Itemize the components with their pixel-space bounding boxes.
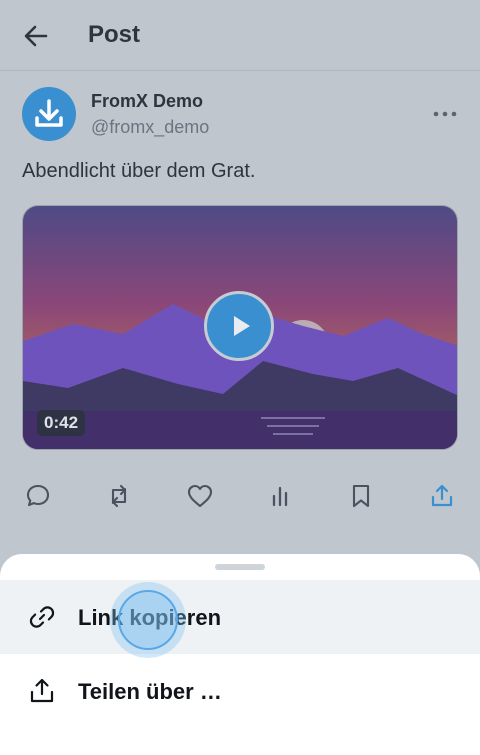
repost-icon bbox=[111, 484, 127, 508]
download-icon bbox=[35, 99, 63, 127]
bookmark-icon bbox=[352, 484, 370, 508]
comment-icon bbox=[26, 484, 50, 507]
repost-button[interactable] bbox=[101, 478, 137, 514]
touch-indicator-core bbox=[118, 590, 178, 650]
like-button[interactable] bbox=[182, 478, 218, 514]
share-icon bbox=[28, 677, 56, 705]
more-options-button[interactable] bbox=[428, 106, 462, 122]
sheet-grabber[interactable] bbox=[215, 564, 265, 570]
video-duration: 0:42 bbox=[37, 410, 86, 436]
bookmark-button[interactable] bbox=[343, 478, 379, 514]
back-button[interactable] bbox=[22, 22, 50, 50]
top-bar: Post bbox=[0, 0, 480, 71]
play-button[interactable] bbox=[204, 291, 274, 361]
copy-link-option[interactable]: Link kopieren bbox=[0, 580, 480, 654]
reply-button[interactable] bbox=[20, 478, 56, 514]
share-button[interactable] bbox=[424, 478, 460, 514]
touch-indicator bbox=[110, 582, 186, 658]
share-via-option[interactable]: Teilen über … bbox=[0, 654, 480, 728]
heart-icon bbox=[187, 484, 213, 508]
more-horizontal-icon bbox=[433, 111, 457, 117]
views-button[interactable] bbox=[262, 478, 298, 514]
author-name[interactable]: FromX Demo bbox=[91, 91, 203, 112]
share-via-label: Teilen über … bbox=[78, 679, 222, 704]
play-icon bbox=[234, 316, 250, 336]
share-sheet: Link kopieren Teilen über … bbox=[0, 554, 480, 755]
share-icon bbox=[431, 484, 453, 507]
post-text: Abendlicht über dem Grat. bbox=[22, 160, 256, 182]
bar-chart-icon bbox=[272, 486, 288, 507]
video-player[interactable]: 0:42 bbox=[22, 205, 458, 450]
action-bar bbox=[0, 472, 480, 518]
arrow-left-icon bbox=[24, 25, 48, 47]
author-handle[interactable]: @fromx_demo bbox=[91, 117, 209, 138]
link-icon bbox=[28, 603, 56, 631]
avatar[interactable] bbox=[22, 87, 76, 141]
page-title: Post bbox=[88, 21, 141, 48]
